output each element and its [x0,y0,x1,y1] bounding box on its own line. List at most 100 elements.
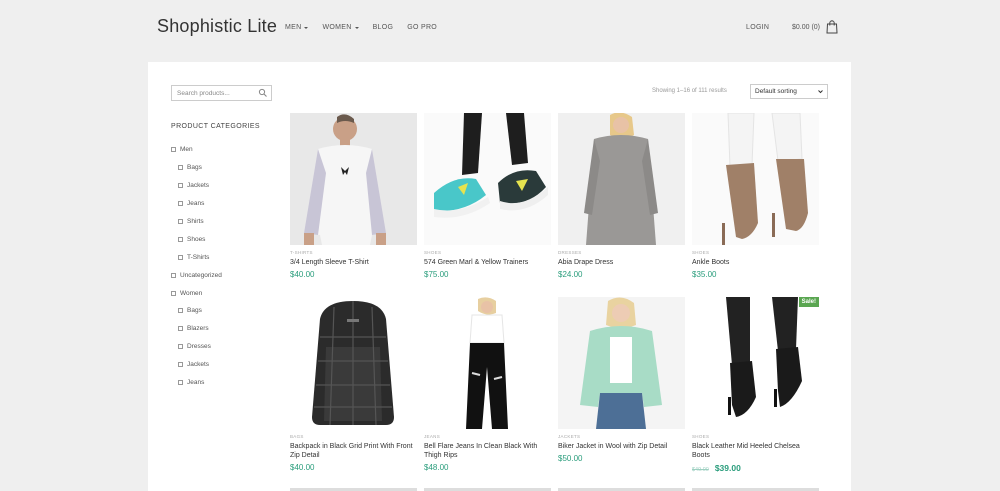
product-category[interactable]: SHOES [692,250,819,255]
chevron-down-icon [355,27,359,29]
product-category[interactable]: SHOES [692,434,819,439]
checkbox-icon[interactable] [178,237,183,242]
product-photo-flare-jeans [424,297,551,429]
product-photo-chelsea-boots [692,297,819,429]
category-label: Jeans [187,379,204,386]
shopping-bag-icon[interactable] [826,20,838,34]
checkbox-icon[interactable] [178,308,183,313]
chevron-down-icon [818,89,823,94]
checkbox-icon[interactable] [178,362,183,367]
checkbox-icon[interactable] [178,326,183,331]
product-search [171,85,272,101]
category-uncategorized[interactable]: Uncategorized [171,266,222,284]
checkbox-icon[interactable] [171,147,176,152]
product-image[interactable]: Sale! [692,297,819,429]
checkbox-icon[interactable] [178,380,183,385]
category-women-dresses[interactable]: Dresses [171,338,222,356]
category-men-shoes[interactable]: Shoes [171,230,222,248]
category-label: Jeans [187,200,204,207]
category-men-jeans[interactable]: Jeans [171,195,222,213]
product-name[interactable]: Abia Drape Dress [558,258,685,267]
category-label: T-Shirts [187,254,209,261]
product-card: BAGS Backpack in Black Grid Print With F… [290,297,417,472]
product-price: $35.00 [692,270,819,279]
category-label: Dresses [187,343,211,350]
product-category[interactable]: DRESSES [558,250,685,255]
nav-women-label: WOMEN [322,24,351,31]
site-logo[interactable]: Shophistic Lite [157,16,277,37]
cart-total[interactable]: $0.00 (0) [792,24,820,31]
category-men-shirts[interactable]: Shirts [171,213,222,231]
category-women-blazers[interactable]: Blazers [171,320,222,338]
product-category[interactable]: T-SHIRTS [290,250,417,255]
nav-men[interactable]: MEN [285,24,308,31]
product-card: SHOES Ankle Boots $35.00 [692,113,819,279]
category-women-jackets[interactable]: Jackets [171,356,222,374]
category-men[interactable]: Men [171,141,222,159]
product-photo-tshirt [290,113,417,245]
product-image[interactable] [290,113,417,245]
category-label: Shirts [187,218,204,225]
product-card: JEANS Bell Flare Jeans In Clean Black Wi… [424,297,551,472]
category-women[interactable]: Women [171,284,222,302]
sort-selected-label: Default sorting [755,88,797,95]
product-name[interactable]: Black Leather Mid Heeled Chelsea Boots [692,442,819,460]
product-image[interactable] [424,297,551,429]
category-label: Jackets [187,182,209,189]
product-category[interactable]: SHOES [424,250,551,255]
product-category[interactable]: JEANS [424,434,551,439]
checkbox-icon[interactable] [178,183,183,188]
product-name[interactable]: 574 Green Marl & Yellow Trainers [424,258,551,267]
search-icon[interactable] [258,88,268,98]
product-photo-ankle-boots [692,113,819,245]
site-header: Shophistic Lite MEN WOMEN BLOG GO PRO LO… [0,0,1000,62]
product-name[interactable]: Bell Flare Jeans In Clean Black With Thi… [424,442,551,460]
product-image[interactable] [558,113,685,245]
product-name[interactable]: Backpack in Black Grid Print With Front … [290,442,417,460]
product-photo-biker-jacket [558,297,685,429]
category-women-bags[interactable]: Bags [171,302,222,320]
product-image[interactable] [290,297,417,429]
category-label: Shoes [187,236,205,243]
category-label: Women [180,290,202,297]
category-label: Blazers [187,325,209,332]
product-card: SHOES 574 Green Marl & Yellow Trainers $… [424,113,551,279]
nav-women[interactable]: WOMEN [322,24,358,31]
sale-badge: Sale! [799,297,819,307]
category-men-jackets[interactable]: Jackets [171,177,222,195]
checkbox-icon[interactable] [178,201,183,206]
category-list: Men Bags Jackets Jeans Shirts Shoes T-Sh… [171,141,222,391]
product-category[interactable]: JACKETS [558,434,685,439]
product-photo-trainers [424,113,551,245]
checkbox-icon[interactable] [178,219,183,224]
category-label: Bags [187,307,202,314]
category-label: Jackets [187,361,209,368]
checkbox-icon[interactable] [178,255,183,260]
nav-blog-label: BLOG [373,24,394,31]
checkbox-icon[interactable] [171,273,176,278]
category-label: Bags [187,164,202,171]
product-price: $40.00 [290,270,417,279]
search-input[interactable] [172,90,257,97]
category-men-tshirts[interactable]: T-Shirts [171,248,222,266]
product-image[interactable] [424,113,551,245]
nav-men-label: MEN [285,24,301,31]
sale-price: $39.00 [715,463,741,473]
checkbox-icon[interactable] [178,344,183,349]
sort-select[interactable]: Default sorting [750,84,828,99]
checkbox-icon[interactable] [171,291,176,296]
product-image[interactable] [558,297,685,429]
checkbox-icon[interactable] [178,165,183,170]
category-women-jeans[interactable]: Jeans [171,374,222,392]
product-name[interactable]: Ankle Boots [692,258,819,267]
product-price: $75.00 [424,270,551,279]
nav-blog[interactable]: BLOG [373,24,394,31]
category-men-bags[interactable]: Bags [171,159,222,177]
nav-go-pro[interactable]: GO PRO [407,24,437,31]
product-category[interactable]: BAGS [290,434,417,439]
login-link[interactable]: LOGIN [746,24,769,31]
product-name[interactable]: 3/4 Length Sleeve T-Shirt [290,258,417,267]
product-price: $48.00 [424,463,551,472]
product-image[interactable] [692,113,819,245]
product-name[interactable]: Biker Jacket in Wool with Zip Detail [558,442,685,451]
